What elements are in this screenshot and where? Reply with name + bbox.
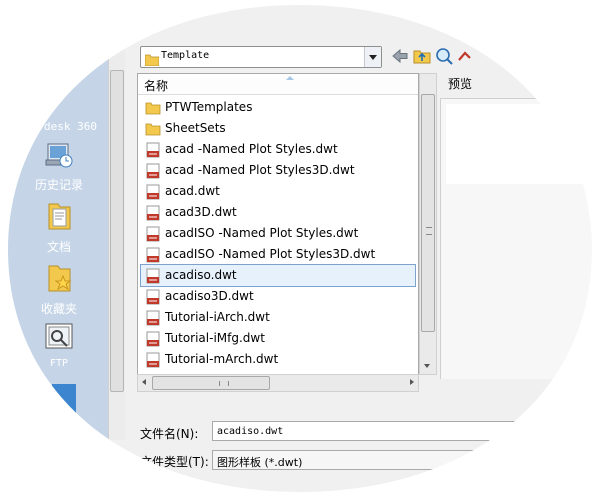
dwt-file-icon <box>145 184 161 200</box>
file-row[interactable]: acadISO -Named Plot Styles3D.dwt <box>141 244 415 265</box>
search-web-button[interactable] <box>434 46 454 66</box>
preview-image-area <box>446 104 596 184</box>
documents-folder-icon <box>14 200 104 235</box>
file-name-label: acadiso.dwt <box>165 268 237 282</box>
file-list-horizontal-scrollbar[interactable] <box>137 374 419 392</box>
folder-icon <box>145 100 161 116</box>
dwt-file-icon <box>145 352 161 368</box>
sidebar-item-history[interactable]: 历史记录 <box>14 140 104 193</box>
sidebar-item-ftp[interactable]: FTP <box>14 322 104 369</box>
vertical-scroll-thumb[interactable] <box>421 94 435 332</box>
file-type-value: 图形样板 (*.dwt) <box>217 456 303 469</box>
sidebar-scroll-thumb[interactable] <box>110 70 124 392</box>
file-name-label: acad.dwt <box>165 184 220 198</box>
folder-row[interactable]: SheetSets <box>141 118 415 139</box>
folder-icon <box>145 121 161 137</box>
sidebar-item-partial[interactable] <box>52 384 76 414</box>
dwt-file-icon <box>145 205 161 221</box>
grip-icon <box>426 227 432 235</box>
file-name-label: acad3D.dwt <box>165 205 237 219</box>
file-row[interactable]: acad3D.dwt <box>141 202 415 223</box>
dwt-file-icon <box>145 268 161 284</box>
chevron-down-icon[interactable] <box>364 47 381 67</box>
file-type-label: 文件类型(T): <box>140 455 209 469</box>
sidebar-item-label: 文档 <box>46 240 71 254</box>
grip-icon <box>219 381 229 386</box>
history-icon <box>14 140 104 173</box>
current-path-text: Template <box>161 50 210 61</box>
ftp-icon <box>14 322 104 355</box>
scroll-right-icon[interactable] <box>410 379 414 385</box>
file-name-label: Tutorial-mArch.dwt <box>165 352 279 366</box>
sidebar-item-favorites[interactable]: 收藏夹 <box>14 262 104 317</box>
column-header-name[interactable]: 名称 <box>138 74 418 95</box>
file-row[interactable]: acadiso.dwt <box>140 264 416 287</box>
dwt-file-icon <box>145 331 161 347</box>
sort-up-icon <box>286 76 294 80</box>
dwt-file-icon <box>145 142 161 158</box>
file-row[interactable]: acadiso3D.dwt <box>141 286 415 307</box>
file-name-label: SheetSets <box>165 121 226 135</box>
file-name-label: PTWTemplates <box>165 100 253 114</box>
sidebar-item-label: 收藏夹 <box>40 302 77 316</box>
horizontal-scroll-thumb[interactable] <box>152 376 270 390</box>
sidebar-item-label: FTP <box>49 358 69 369</box>
file-name-label: Tutorial-iMfg.dwt <box>165 331 265 345</box>
dwt-file-icon <box>145 289 161 305</box>
sidebar-item-documents[interactable]: 文档 <box>14 200 104 255</box>
look-in-dropdown[interactable]: Template <box>140 46 382 68</box>
sidebar-brand-text: desk 360 <box>44 120 97 133</box>
delete-icon <box>456 51 476 70</box>
file-row[interactable]: Tutorial-iMfg.dwt <box>141 328 415 349</box>
dwt-file-icon <box>145 226 161 242</box>
folder-row[interactable]: PTWTemplates <box>141 97 415 118</box>
file-row[interactable]: Tutorial-mArch.dwt <box>141 349 415 370</box>
file-name-input[interactable] <box>212 421 600 441</box>
file-name-label: acadISO -Named Plot Styles3D.dwt <box>165 247 376 261</box>
file-type-select[interactable]: 图形样板 (*.dwt) <box>212 450 600 470</box>
sidebar-scrollbar[interactable] <box>108 0 125 440</box>
file-name-label: Tutorial-iArch.dwt <box>165 310 270 324</box>
folder-icon <box>144 51 160 70</box>
dwt-file-icon <box>145 247 161 263</box>
scroll-down-icon[interactable] <box>424 364 430 368</box>
file-name-label: acadiso3D.dwt <box>165 289 254 303</box>
favorites-folder-icon <box>14 262 104 297</box>
file-list-vertical-scrollbar[interactable] <box>419 73 437 375</box>
dwt-file-icon <box>145 310 161 326</box>
file-row[interactable]: acad.dwt <box>141 181 415 202</box>
file-name-label: acad -Named Plot Styles.dwt <box>165 142 338 156</box>
file-name-label: acad -Named Plot Styles3D.dwt <box>165 163 355 177</box>
up-folder-icon <box>412 50 432 70</box>
dwt-file-icon <box>145 163 161 179</box>
file-row[interactable]: acad -Named Plot Styles3D.dwt <box>141 160 415 181</box>
back-arrow-icon <box>390 48 410 70</box>
file-row[interactable]: acadISO -Named Plot Styles.dwt <box>141 223 415 244</box>
column-header-label: 名称 <box>144 79 169 93</box>
template-open-dialog: desk 360 历史记录 文档 收藏夹 FTP Template 名称 PTW… <box>0 0 600 500</box>
file-name-label: acadISO -Named Plot Styles.dwt <box>165 226 359 240</box>
preview-label: 预览 <box>448 77 473 91</box>
file-rows: PTWTemplates SheetSets acad -Named Plot St… <box>138 97 418 370</box>
file-name-label: 文件名(N): <box>140 427 199 441</box>
file-row[interactable]: acad -Named Plot Styles.dwt <box>141 139 415 160</box>
places-sidebar: desk 360 历史记录 文档 收藏夹 FTP <box>0 0 108 500</box>
search-web-icon <box>434 48 454 70</box>
scroll-left-icon[interactable] <box>142 379 146 385</box>
file-list[interactable]: 名称 PTWTemplates SheetSets acad -Named Plot… <box>137 73 419 375</box>
delete-button[interactable] <box>456 46 476 66</box>
up-folder-button[interactable] <box>412 46 432 66</box>
sidebar-item-label: 历史记录 <box>34 178 83 192</box>
file-row[interactable]: Tutorial-iArch.dwt <box>141 307 415 328</box>
back-button[interactable] <box>390 46 410 66</box>
